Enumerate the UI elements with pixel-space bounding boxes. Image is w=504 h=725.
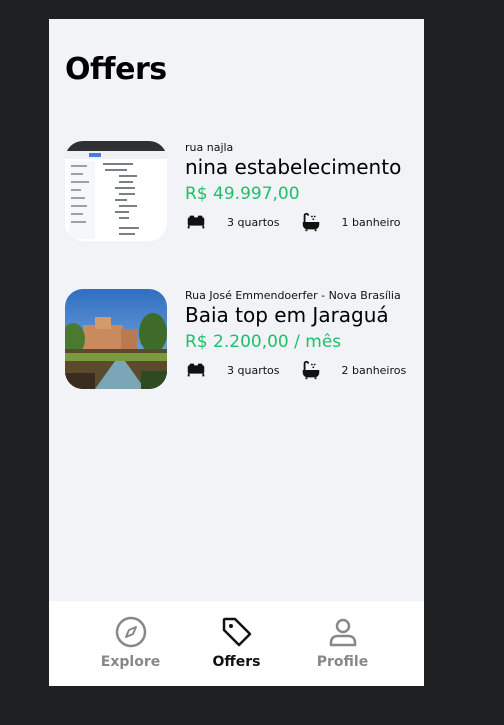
offer-card[interactable]: Rua José Emmendoerfer - Nova Brasília Ba… xyxy=(65,289,415,399)
bed-icon xyxy=(187,215,205,229)
offer-card[interactable]: rua najla nina estabelecimento R$ 49.997… xyxy=(65,141,415,251)
nav-item-offers[interactable]: Offers xyxy=(184,601,290,686)
offer-address: Rua José Emmendoerfer - Nova Brasília xyxy=(185,289,401,302)
offer-name: Baia top em Jaraguá xyxy=(185,303,389,327)
bedrooms-count: 3 quartos xyxy=(227,363,280,377)
offer-price: R$ 2.200,00 / mês xyxy=(185,332,342,352)
offer-features: 3 quartos 1 banheiro xyxy=(185,211,415,233)
nav-label-profile: Profile xyxy=(316,654,369,670)
bottom-nav: Explore Offers Profile xyxy=(49,601,424,686)
compass-icon xyxy=(115,616,146,648)
offer-price: R$ 49.997,00 xyxy=(185,184,300,204)
nav-label-explore: Explore xyxy=(100,654,161,670)
bedrooms-count: 3 quartos xyxy=(227,215,280,229)
bathtub-icon xyxy=(302,212,319,232)
bathrooms-count: 2 banheiros xyxy=(341,363,407,377)
offer-thumbnail[interactable] xyxy=(65,141,167,241)
bathtub-icon xyxy=(302,360,319,380)
offer-features: 3 quartos 2 banheiros xyxy=(185,359,415,381)
offer-name: nina estabelecimento xyxy=(185,155,402,179)
bathrooms-count: 1 banheiro xyxy=(341,215,401,229)
nav-item-profile[interactable]: Profile xyxy=(290,601,396,686)
nav-item-explore[interactable]: Explore xyxy=(78,601,184,686)
offer-address: rua najla xyxy=(185,141,234,154)
page-title: Offers xyxy=(65,52,167,87)
app-screen: Offers rua najla nina estabelecimento R$… xyxy=(49,19,424,686)
tag-icon xyxy=(222,617,251,647)
user-icon xyxy=(329,618,356,647)
offer-thumbnail[interactable] xyxy=(65,289,167,389)
bed-icon xyxy=(187,363,205,377)
nav-label-offers: Offers xyxy=(212,654,261,670)
